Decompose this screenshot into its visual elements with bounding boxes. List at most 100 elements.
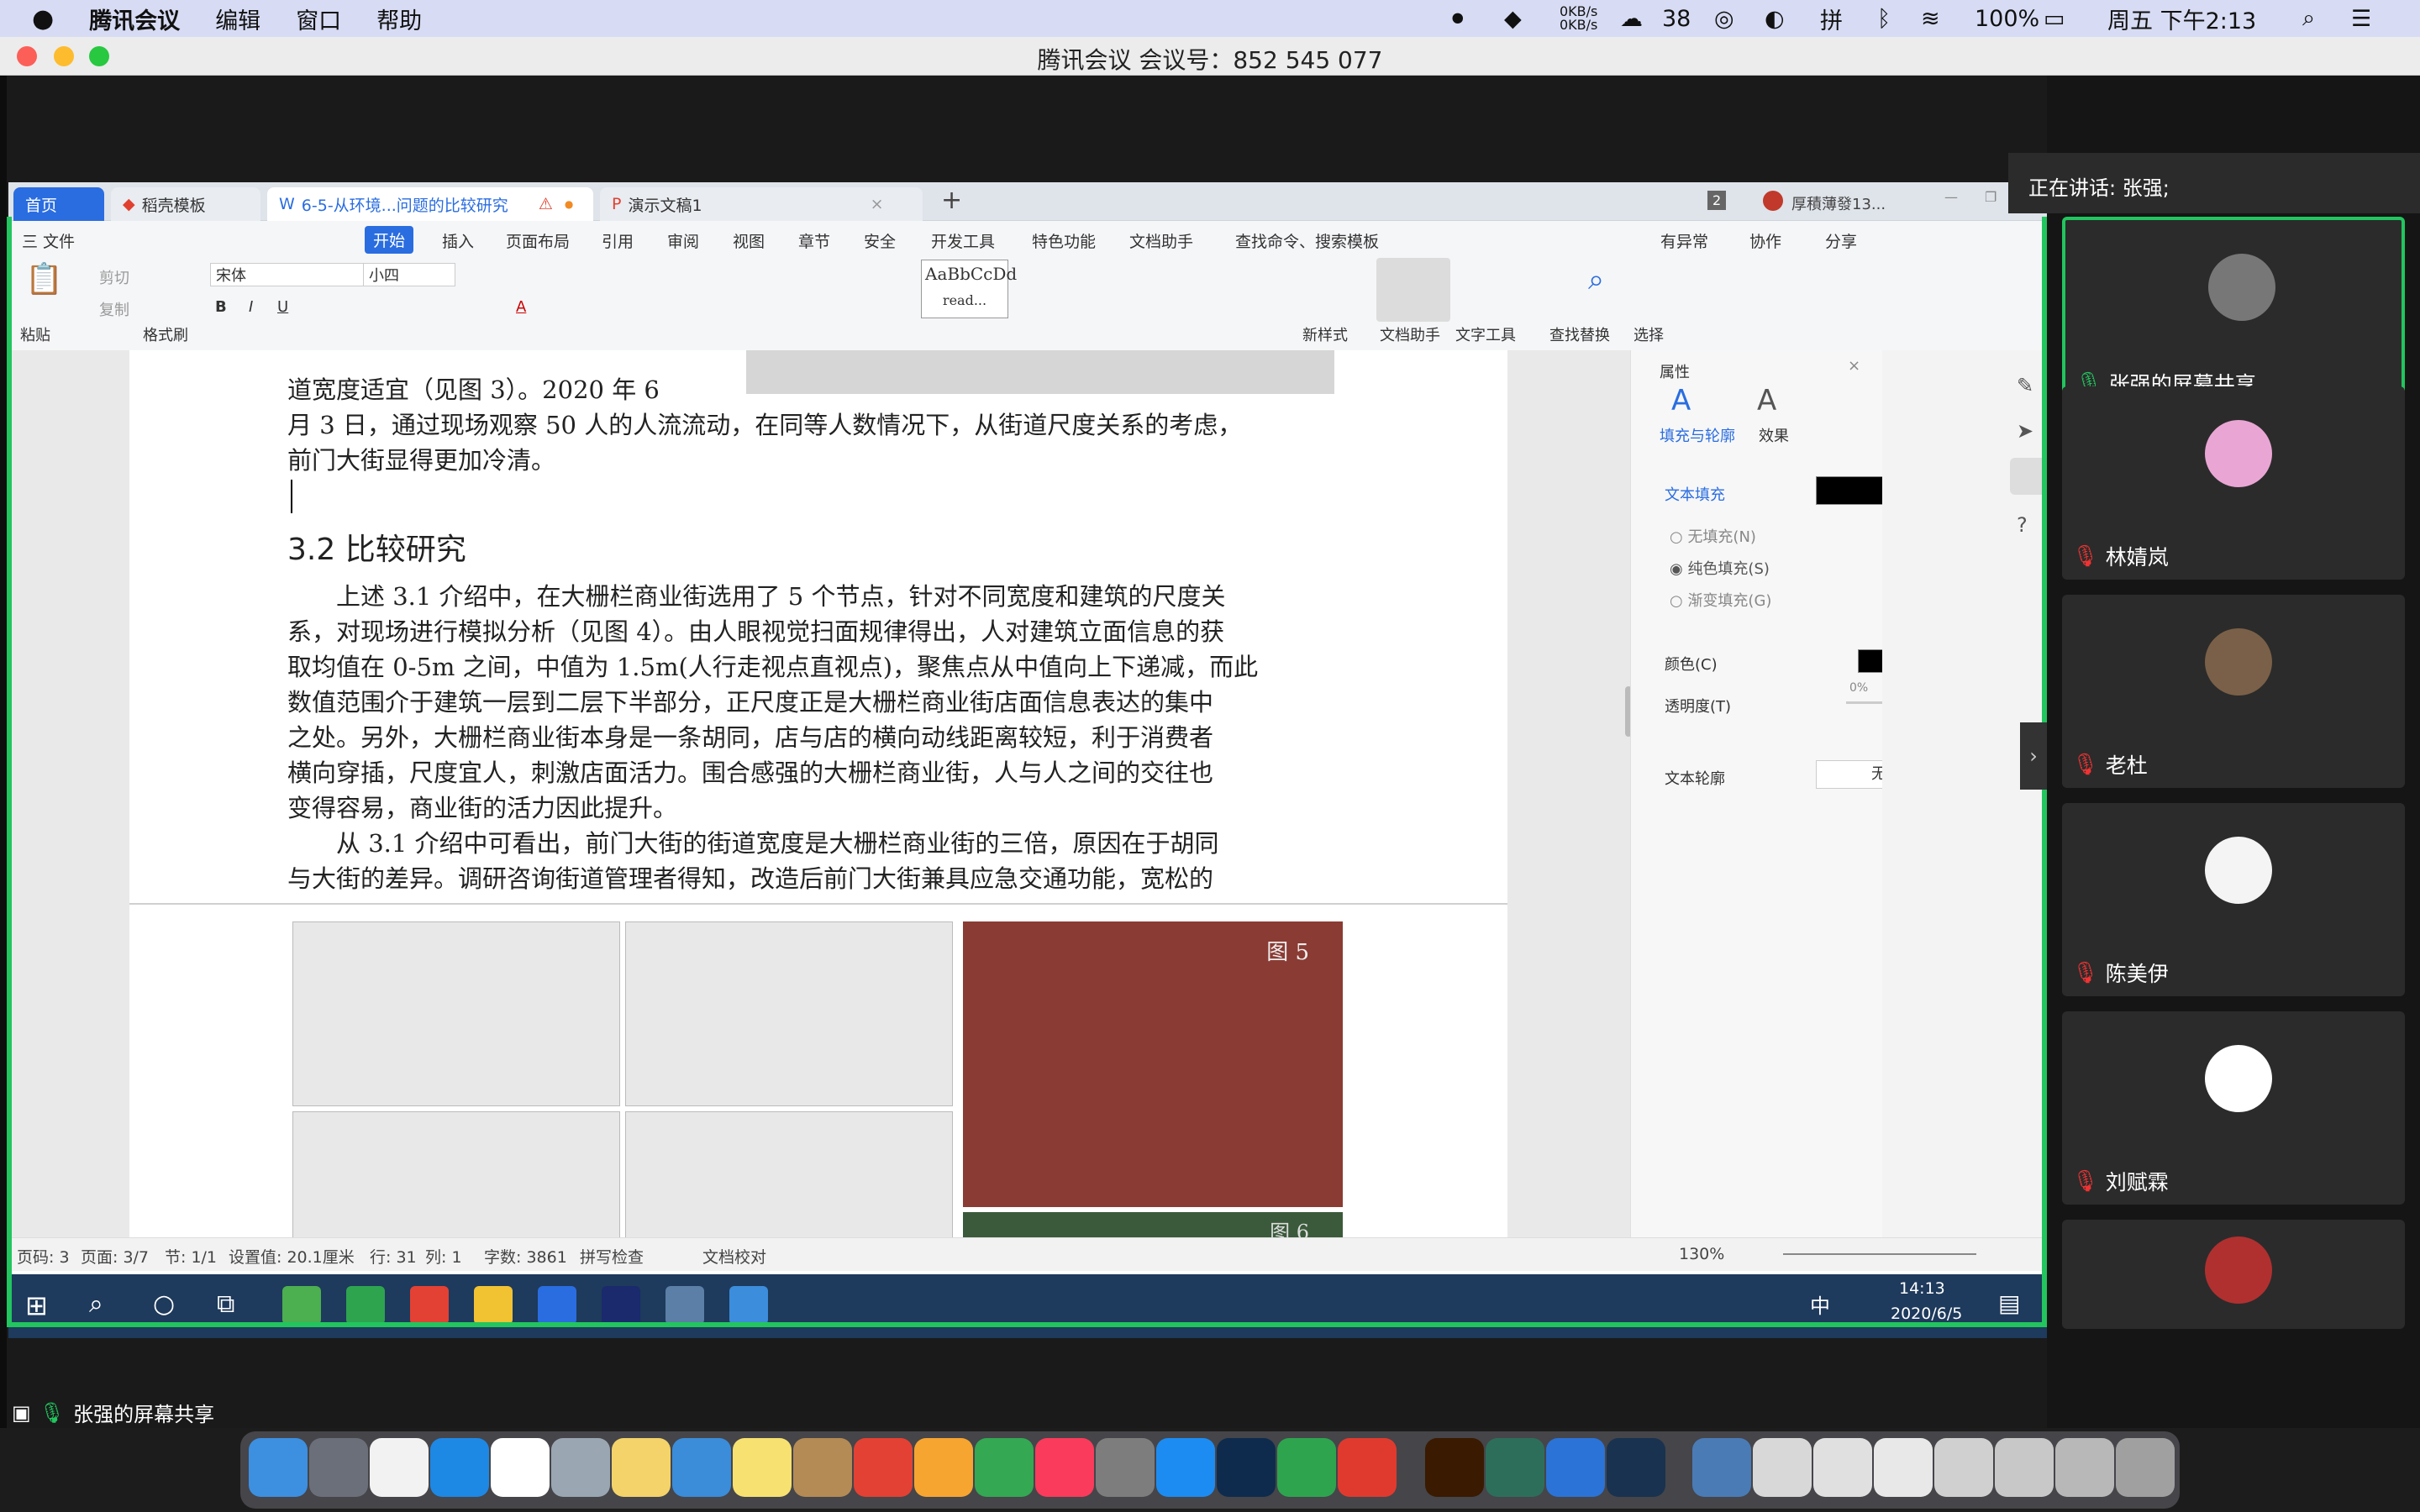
settings-icon[interactable] (2010, 458, 2047, 495)
menu-help[interactable]: 帮助 (376, 3, 422, 35)
text-outline-label[interactable]: 文本轮廓 (1665, 767, 1725, 789)
font-size-select[interactable]: 小四 (363, 263, 455, 286)
new-style-button[interactable]: 新样式 (1302, 323, 1348, 345)
photoshop-icon[interactable] (602, 1286, 640, 1325)
bluetooth-icon[interactable]: ᛒ (1877, 0, 1891, 37)
ribbon-search[interactable]: 查找命令、搜索模板 (1235, 229, 1379, 252)
ime-indicator[interactable]: 中 (1810, 1289, 1830, 1319)
participant-tile[interactable]: 🎙 刘赋霖 (2062, 1011, 2405, 1205)
paste-label[interactable]: 粘贴 (20, 323, 50, 345)
ribbon-tab-chapter[interactable]: 章节 (798, 229, 830, 252)
doc-line[interactable]: 从 3.1 介绍中可看出，前门大街的街道宽度是大栅栏商业街的三倍，原因在于胡同 (287, 824, 1219, 859)
music-icon[interactable] (1035, 1438, 1094, 1497)
photos-icon[interactable] (914, 1438, 973, 1497)
creative-cloud-icon[interactable]: ◎ (1714, 0, 1734, 37)
italic-button[interactable]: I (249, 298, 253, 316)
menu-edit[interactable]: 编辑 (215, 3, 260, 35)
close-panel-icon[interactable]: × (1848, 357, 1860, 375)
participant-tile[interactable] (2062, 1220, 2405, 1329)
stickies-icon[interactable] (733, 1438, 792, 1497)
style-normal[interactable]: AaBbCcDd read... (921, 260, 1017, 318)
explorer-icon[interactable] (474, 1286, 513, 1325)
ribbon-tab-view[interactable]: 视图 (733, 229, 765, 252)
tab-document[interactable]: W 6-5-从环境...问题的比较研究 ⚠ ● (267, 187, 593, 221)
wechat-icon[interactable] (1277, 1438, 1336, 1497)
vpn-icon[interactable]: ◐ (1765, 0, 1785, 37)
tab-presentation[interactable]: P 演示文稿1 × (600, 187, 923, 221)
netease-music-icon[interactable] (1338, 1438, 1397, 1497)
system-preferences-icon[interactable] (1096, 1438, 1155, 1497)
doc-line[interactable]: 月 3 日，通过现场观察 50 人的人流流动，在同等人数情况下，从街道尺度关系的… (287, 406, 1242, 441)
apple-icon[interactable]: ● (32, 4, 54, 34)
spell-check-button[interactable]: 拼写检查 (580, 1245, 644, 1268)
app-store-icon[interactable] (1156, 1438, 1215, 1497)
ribbon-tab-security[interactable]: 安全 (864, 229, 896, 252)
clock[interactable]: 周五 下午2:13 (2107, 0, 2256, 37)
participant-tile[interactable]: 🎙 老杜 (2062, 595, 2405, 788)
illustrator-icon[interactable] (1425, 1438, 1484, 1497)
zoom-slider[interactable] (1783, 1253, 1976, 1255)
properties-title[interactable]: 属性 (1660, 360, 1690, 382)
document-icon[interactable] (1874, 1438, 1933, 1497)
control-center-icon[interactable]: ☰ (2351, 0, 2371, 37)
doc-line[interactable]: 数值范围介于建筑一层到二层下半部分，正尺度正是大栅栏商业街店面信息表达的集中 (287, 683, 1213, 718)
chrome-icon[interactable] (854, 1438, 913, 1497)
doc-line[interactable]: 上述 3.1 介绍中，在大栅栏商业街选用了 5 个节点，针对不同宽度和建筑的尺度… (287, 577, 1225, 612)
select-button[interactable]: 选择 (1634, 323, 1664, 345)
ribbon-tab-home[interactable]: 开始 (365, 226, 414, 254)
cat-icon[interactable]: ◆ (1504, 0, 1522, 37)
meeting-icon[interactable] (729, 1286, 768, 1325)
radio-no-fill[interactable]: ○ 无填充(N) (1670, 525, 1756, 547)
section-heading[interactable]: 3.2 比较研究 (287, 525, 466, 569)
tab-effect[interactable]: 效果 (1759, 424, 1789, 446)
document-area[interactable]: 道宽度适宜（见图 3）。2020 年 6 月 3 日，通过现场观察 50 人的人… (8, 350, 1632, 1246)
proofread-button[interactable]: 文档校对 (702, 1245, 766, 1268)
paste-icon[interactable]: 📋 (25, 261, 63, 297)
doc-line[interactable]: 系，对现场进行模拟分析（见图 4）。由人眼视觉扫面规律得出，人对建筑立面信息的获 (287, 612, 1224, 648)
ribbon-tab-assistant[interactable]: 文档助手 (1129, 229, 1193, 252)
document-icon[interactable] (1813, 1438, 1872, 1497)
search-icon[interactable]: ⌕ (89, 1289, 103, 1319)
app-menu[interactable]: 腾讯会议 (89, 3, 180, 35)
ribbon-tab-features[interactable]: 特色功能 (1032, 229, 1096, 252)
finder-icon[interactable] (249, 1438, 308, 1497)
books-icon[interactable] (1486, 1438, 1544, 1497)
tab-home[interactable]: 首页 (13, 187, 104, 221)
cut-button[interactable]: 剪切 (99, 266, 129, 288)
notes-icon[interactable] (612, 1438, 671, 1497)
doc-line[interactable]: 横向穿插，尺度宜人，刺激店面活力。围合感强的大栅栏商业街，人与人之间的交往也 (287, 753, 1213, 789)
ribbon-tab-references[interactable]: 引用 (602, 229, 634, 252)
browser-icon[interactable] (282, 1286, 321, 1325)
cortana-icon[interactable]: ○ (153, 1289, 175, 1319)
ribbon-tab-review[interactable]: 审阅 (667, 229, 699, 252)
numbers-icon[interactable] (975, 1438, 1034, 1497)
chrome-icon[interactable] (410, 1286, 449, 1325)
minimize-icon[interactable]: — (1944, 189, 1958, 205)
wechat-icon[interactable] (346, 1286, 385, 1325)
launchpad-icon[interactable] (309, 1438, 368, 1497)
tab-docer[interactable]: ◆ 稻壳模板 (111, 187, 260, 221)
find-replace-button[interactable]: 查找替换 (1549, 323, 1610, 345)
help-icon[interactable]: ? (2017, 513, 2028, 537)
ribbon-tab-layout[interactable]: 页面布局 (506, 229, 570, 252)
close-tab-icon[interactable]: × (871, 195, 884, 213)
font-select[interactable]: 宋体 (210, 263, 366, 286)
folder-icon[interactable] (2055, 1438, 2114, 1497)
participant-tile[interactable]: 🎙 陈美伊 (2062, 803, 2405, 996)
start-icon[interactable]: ⊞ (25, 1289, 48, 1321)
caj-viewer-icon[interactable] (1692, 1438, 1751, 1497)
doc-line[interactable]: 取均值在 0-5m 之间，中值为 1.5m(人行走视点直视点)，聚焦点从中值向上… (287, 648, 1258, 683)
bold-button[interactable]: B (215, 298, 227, 316)
taskbar-time[interactable]: 14:13 (1899, 1279, 1945, 1298)
doc-line[interactable]: 之处。另外，大栅栏商业街本身是一条胡同，店与店的横向动线距离较短，利于消费者 (287, 718, 1213, 753)
calendar-icon[interactable] (491, 1438, 550, 1497)
section-text-fill[interactable]: 文本填充 (1665, 483, 1725, 505)
doc-assistant-button[interactable]: 文档助手 (1380, 323, 1440, 345)
task-view-icon[interactable]: ⧉ (217, 1289, 234, 1319)
wechat-icon[interactable]: ☁ (1620, 0, 1643, 37)
menu-window[interactable]: 窗口 (296, 3, 341, 35)
ribbon-tab-file[interactable]: 三 文件 (22, 229, 75, 252)
preview-icon[interactable] (551, 1438, 610, 1497)
photoshop-icon[interactable] (1217, 1438, 1276, 1497)
taskbar-date[interactable]: 2020/6/5 (1891, 1305, 1962, 1323)
